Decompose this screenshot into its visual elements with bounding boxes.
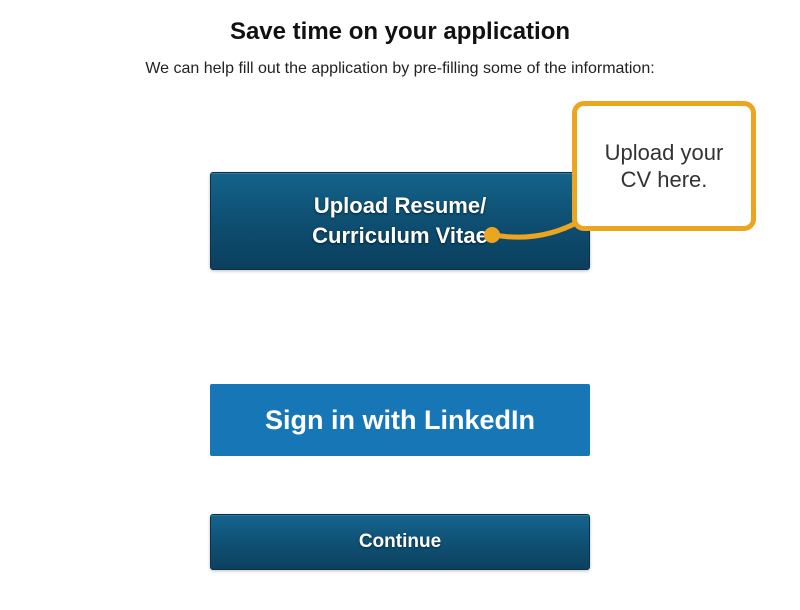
page-subtitle: We can help fill out the application by … bbox=[0, 60, 800, 78]
upload-cv-callout: Upload your CV here. bbox=[572, 101, 756, 231]
continue-button[interactable]: Continue bbox=[210, 514, 590, 570]
callout-text: Upload your CV here. bbox=[587, 139, 741, 194]
linkedin-signin-button[interactable]: Sign in with LinkedIn bbox=[210, 384, 590, 456]
page-title: Save time on your application bbox=[0, 18, 800, 46]
upload-resume-button[interactable]: Upload Resume/ Curriculum Vitae bbox=[210, 172, 590, 270]
application-prefill-panel: Save time on your application We can hel… bbox=[0, 18, 800, 570]
